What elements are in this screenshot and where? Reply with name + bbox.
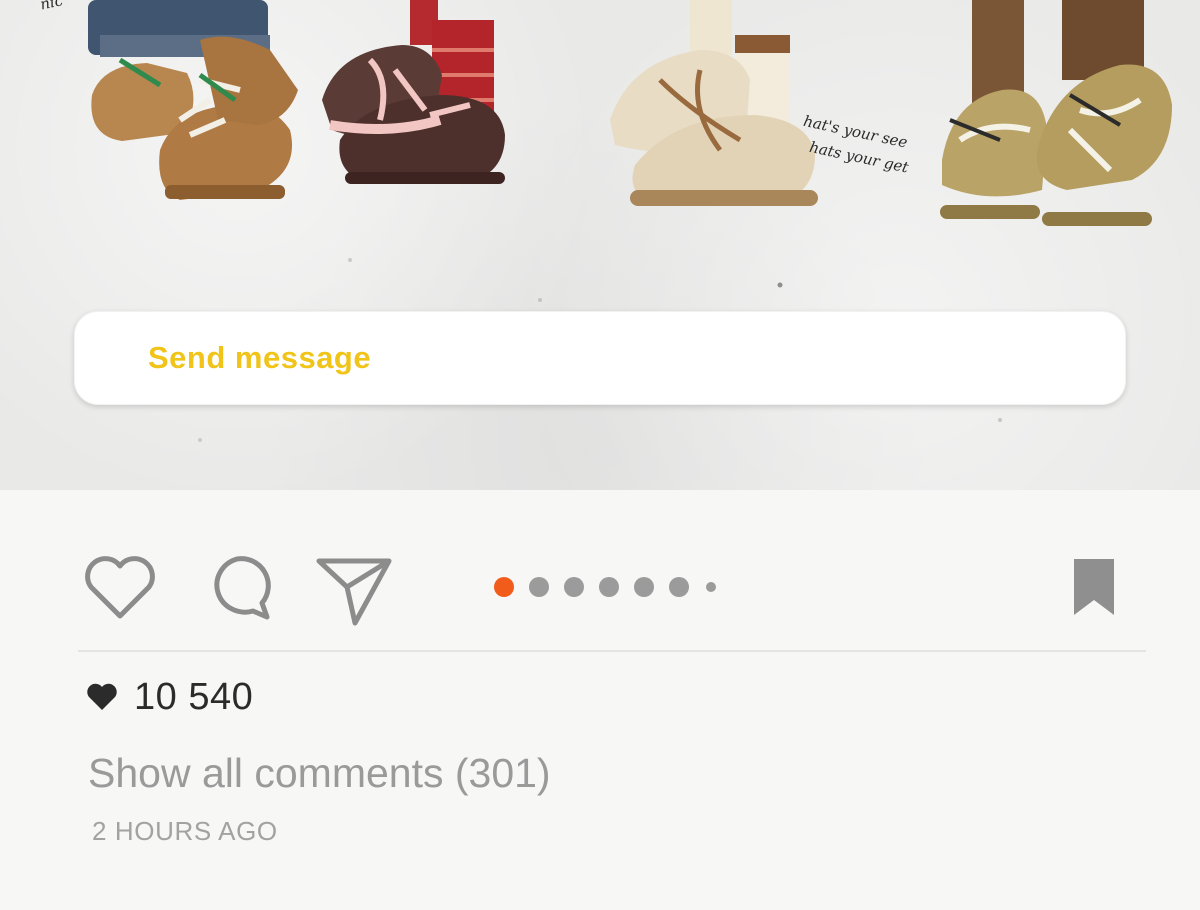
heart-filled-icon — [87, 683, 117, 710]
shoes-illustration — [88, 0, 1172, 442]
bookmark-icon — [1074, 559, 1114, 615]
comment-button[interactable] — [200, 552, 274, 624]
post-photo: nic hat's your see hats your get Send me… — [0, 0, 1200, 490]
send-message-box[interactable]: Send message — [74, 311, 1126, 405]
paper-plane-icon — [316, 558, 392, 626]
post-timestamp: 2 HOURS AGO — [92, 816, 278, 846]
carousel-dot[interactable] — [599, 577, 619, 597]
show-comments-link[interactable]: Show all comments (301) — [88, 750, 551, 797]
like-button[interactable] — [82, 552, 158, 622]
carousel-dot-active[interactable] — [494, 577, 514, 597]
carousel-dot[interactable] — [564, 577, 584, 597]
save-button[interactable] — [1066, 554, 1122, 620]
carousel-dot[interactable] — [634, 577, 654, 597]
carousel-dot[interactable] — [669, 577, 689, 597]
carousel-indicator — [494, 576, 731, 598]
comment-bubble-icon — [214, 556, 271, 620]
likes-row[interactable]: 10 540 — [86, 672, 253, 722]
likes-count: 10 540 — [134, 675, 254, 718]
send-message-label: Send message — [148, 340, 372, 375]
carousel-dot[interactable] — [529, 577, 549, 597]
carousel-dot[interactable] — [706, 582, 716, 592]
heart-outline-icon — [85, 556, 155, 619]
divider — [78, 650, 1146, 652]
share-button[interactable] — [314, 552, 394, 628]
